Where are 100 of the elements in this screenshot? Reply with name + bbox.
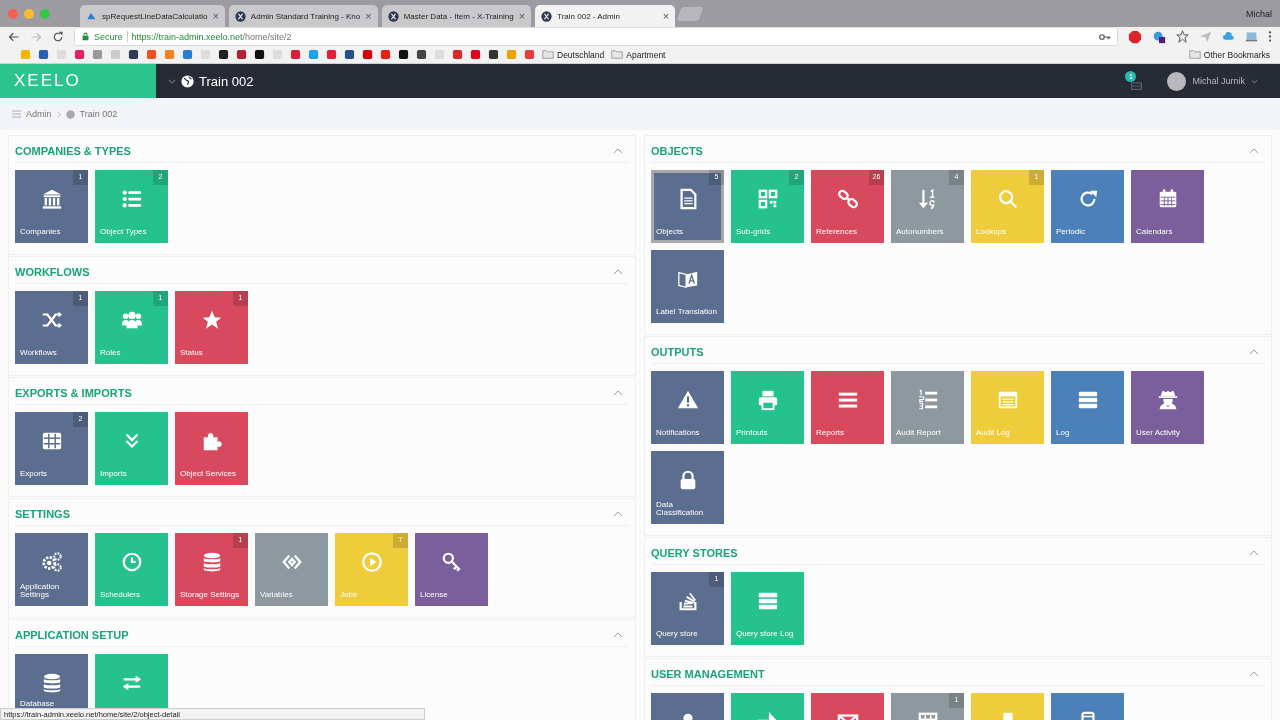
folder-icon bbox=[611, 50, 624, 59]
address-bar[interactable]: Secure https://train-admin.xeelo.net/home/site/2 bbox=[74, 27, 1118, 46]
tile-label: Periodic bbox=[1056, 228, 1086, 236]
warning-icon bbox=[676, 389, 699, 411]
tile[interactable]: Notifications bbox=[651, 371, 724, 444]
tile-label: Sub-grids bbox=[736, 228, 772, 236]
collapse-chevron-icon[interactable] bbox=[1249, 671, 1259, 677]
tab-title: Master Data - Item - X-Training bbox=[403, 11, 514, 21]
collapse-chevron-icon[interactable] bbox=[613, 511, 623, 517]
bookmark-favicon-icon[interactable] bbox=[398, 49, 409, 60]
tile[interactable]: Data Classification bbox=[651, 451, 724, 524]
user-menu[interactable]: Michal Jurnik bbox=[1167, 71, 1258, 91]
caret-icon bbox=[1251, 78, 1258, 84]
profile-name[interactable]: Michal bbox=[1246, 8, 1272, 19]
section-title: WORKFLOWS bbox=[15, 266, 90, 278]
bookmark-folder[interactable]: Deutschland bbox=[542, 49, 605, 60]
browser-tab[interactable]: spRequestLineDataCalculatio × bbox=[80, 5, 225, 27]
tile-label: Jobs bbox=[340, 591, 358, 599]
tile[interactable]: Object Services bbox=[175, 412, 248, 485]
key-icon bbox=[440, 551, 463, 573]
site-selector[interactable]: Train 002 bbox=[168, 73, 254, 89]
close-icon[interactable]: × bbox=[662, 10, 670, 22]
tile[interactable]: Reports bbox=[811, 371, 884, 444]
reload-icon[interactable] bbox=[52, 30, 64, 43]
tile-label: Objects bbox=[656, 228, 685, 236]
tile-label: Label Translation bbox=[656, 308, 718, 316]
extension-icon[interactable] bbox=[1152, 29, 1166, 44]
tile-label: Query store bbox=[656, 630, 699, 638]
bookmark-folder[interactable]: Other Bookmarks bbox=[1188, 49, 1270, 60]
bookmark-favicon-icon[interactable] bbox=[344, 49, 355, 60]
server-stack-icon bbox=[1076, 389, 1099, 411]
screen-icon[interactable] bbox=[1245, 30, 1258, 43]
more-menu-icon[interactable] bbox=[1268, 30, 1272, 43]
tile[interactable]: Label Translation bbox=[651, 250, 724, 323]
tile-label: Companies bbox=[20, 228, 62, 236]
bookmark-favicon-icon[interactable] bbox=[254, 49, 265, 60]
tile[interactable]: Log bbox=[1051, 371, 1124, 444]
folder-icon bbox=[1188, 50, 1201, 59]
collapse-chevron-icon[interactable] bbox=[1249, 349, 1259, 355]
bookmark-favicon-icon[interactable] bbox=[128, 49, 139, 60]
adblock-icon[interactable] bbox=[1128, 29, 1142, 44]
tile-label: Lookups bbox=[976, 228, 1008, 236]
collapse-chevron-icon[interactable] bbox=[613, 632, 623, 638]
browser-tab[interactable]: Train 002 - Admin × bbox=[535, 5, 676, 27]
tile-label: Roles bbox=[100, 349, 122, 357]
close-icon[interactable]: × bbox=[365, 10, 372, 22]
list-icon bbox=[120, 188, 143, 210]
folder-icon bbox=[542, 50, 554, 59]
collapse-chevron-icon[interactable] bbox=[613, 269, 623, 275]
collapse-chevron-icon[interactable] bbox=[613, 390, 623, 396]
printer-icon bbox=[756, 389, 779, 411]
sliders-icon bbox=[12, 110, 21, 118]
bookmark-favicon-icon[interactable] bbox=[416, 49, 427, 60]
tile[interactable]: Variables bbox=[255, 533, 328, 606]
tile-label: Storage Settings bbox=[180, 591, 241, 599]
tile-label: Application Settings bbox=[20, 583, 61, 599]
tile[interactable]: Periodic bbox=[1051, 170, 1124, 243]
tile-label: Variables bbox=[260, 591, 294, 599]
tile-label: Notifications bbox=[656, 429, 701, 437]
section-title: APPLICATION SETUP bbox=[15, 629, 129, 641]
bookmark-favicon-icon[interactable] bbox=[218, 49, 229, 60]
tab-title: Train 002 - Admin bbox=[557, 11, 621, 21]
tile-label: Status bbox=[180, 349, 204, 357]
close-icon[interactable]: × bbox=[518, 10, 526, 22]
close-icon[interactable]: × bbox=[212, 10, 219, 22]
search-icon bbox=[996, 188, 1019, 210]
tile-label: Imports bbox=[100, 470, 128, 478]
back-icon[interactable] bbox=[8, 30, 20, 43]
tile[interactable]: Application Settings bbox=[15, 533, 88, 606]
tile-label: Audit Report bbox=[896, 429, 942, 437]
browser-tab[interactable]: Master Data - Item - X-Training × bbox=[381, 5, 532, 27]
bookmark-star-icon[interactable] bbox=[1176, 30, 1189, 43]
collapse-chevron-icon[interactable] bbox=[613, 148, 623, 154]
tile[interactable]: Audit Report bbox=[891, 371, 964, 444]
section-title: USER MANAGEMENT bbox=[651, 668, 765, 680]
chain-link-icon bbox=[836, 188, 859, 210]
gears-icon bbox=[40, 551, 63, 573]
tile-label: Object Services bbox=[180, 470, 238, 478]
breadcrumb-link[interactable]: Train 002 bbox=[79, 109, 118, 119]
browser-tab[interactable]: Admin Standard Training - Kno × bbox=[228, 5, 378, 27]
cloud-icon[interactable] bbox=[1222, 30, 1235, 43]
users-icon bbox=[120, 309, 143, 331]
secure-label: Secure bbox=[94, 31, 123, 42]
tile-label: License bbox=[420, 591, 449, 599]
tile[interactable]: User Activity bbox=[1131, 371, 1204, 444]
collapse-chevron-icon[interactable] bbox=[1249, 550, 1259, 556]
avatar-icon bbox=[1167, 71, 1187, 91]
tile-label: References bbox=[816, 228, 858, 236]
bookmark-favicon-icon[interactable] bbox=[488, 49, 499, 60]
numbered-list-icon bbox=[916, 389, 939, 411]
shuffle-icon bbox=[40, 309, 63, 331]
section-title: EXPORTS & IMPORTS bbox=[15, 387, 132, 399]
caret-icon bbox=[168, 78, 176, 84]
tile[interactable]: License bbox=[415, 533, 488, 606]
tile[interactable]: Calendars bbox=[1131, 170, 1204, 243]
collapse-chevron-icon[interactable] bbox=[1249, 148, 1259, 154]
tile-label: Autonumbers bbox=[896, 228, 945, 236]
breadcrumb-link[interactable]: Admin bbox=[26, 109, 52, 119]
bookmark-folder[interactable]: Apartment bbox=[611, 49, 666, 60]
clock-icon bbox=[120, 551, 143, 573]
